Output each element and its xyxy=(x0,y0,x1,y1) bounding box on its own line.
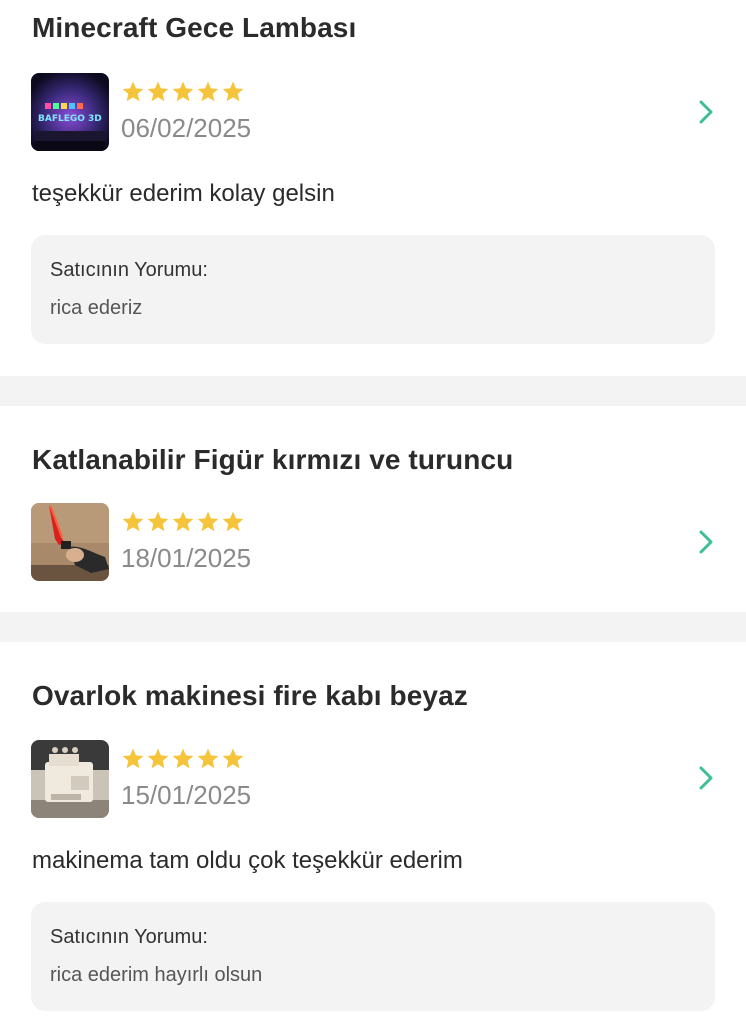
seller-reply-text: rica ederim hayırlı olsun xyxy=(50,964,263,986)
star-icon xyxy=(147,748,169,769)
review-date: 18/01/2025 xyxy=(121,543,252,573)
product-title: Minecraft Gece Lambası xyxy=(32,12,357,43)
seller-reply-box: Satıcının Yorumu: rica ederim hayırlı ol… xyxy=(31,902,715,1011)
star-icon xyxy=(222,748,244,769)
star-icon xyxy=(147,81,169,102)
star-icon xyxy=(197,748,219,769)
lamp-product-image: BAFLEGO 3D xyxy=(31,73,109,151)
lamp-logo-text: BAFLEGO 3D xyxy=(38,114,102,124)
sewing-machine-product-image xyxy=(31,740,109,818)
star-icon xyxy=(172,511,194,532)
product-title: Katlanabilir Figür kırmızı ve turuncu xyxy=(32,444,514,475)
seller-reply-label: Satıcının Yorumu: xyxy=(50,259,208,281)
seller-reply-label: Satıcının Yorumu: xyxy=(50,926,208,948)
star-icon xyxy=(222,81,244,102)
star-icon xyxy=(122,511,144,532)
review-comment: makinema tam oldu çok teşekkür ederim xyxy=(32,847,463,874)
star-icon xyxy=(197,81,219,102)
chevron-right-icon[interactable] xyxy=(694,764,718,792)
product-title: Ovarlok makinesi fire kabı beyaz xyxy=(32,680,468,711)
star-icon xyxy=(122,748,144,769)
review-comment: teşekkür ederim kolay gelsin xyxy=(32,180,335,207)
chevron-right-icon[interactable] xyxy=(694,98,718,126)
chevron-right-icon[interactable] xyxy=(694,528,718,556)
product-thumbnail[interactable]: BAFLEGO 3D xyxy=(31,73,109,151)
product-thumbnail[interactable] xyxy=(31,503,109,581)
figure-product-image xyxy=(31,503,109,581)
review-card[interactable]: Minecraft Gece Lambası BAFLEGO 3D 06/02/… xyxy=(0,0,746,376)
seller-reply-text: rica ederiz xyxy=(50,297,143,319)
review-card[interactable]: Ovarlok makinesi fire kabı beyaz 15/01/2… xyxy=(0,642,746,1024)
star-icon xyxy=(122,81,144,102)
rating-stars xyxy=(121,80,245,106)
star-icon xyxy=(172,81,194,102)
review-date: 15/01/2025 xyxy=(121,780,252,810)
review-date: 06/02/2025 xyxy=(121,113,252,143)
product-thumbnail[interactable] xyxy=(31,740,109,818)
star-icon xyxy=(147,511,169,532)
seller-reply-box: Satıcının Yorumu: rica ederiz xyxy=(31,235,715,344)
star-icon xyxy=(222,511,244,532)
review-card[interactable]: Katlanabilir Figür kırmızı ve turuncu 18… xyxy=(0,406,746,612)
rating-stars xyxy=(121,747,245,773)
star-icon xyxy=(197,511,219,532)
rating-stars xyxy=(121,510,245,536)
star-icon xyxy=(172,748,194,769)
